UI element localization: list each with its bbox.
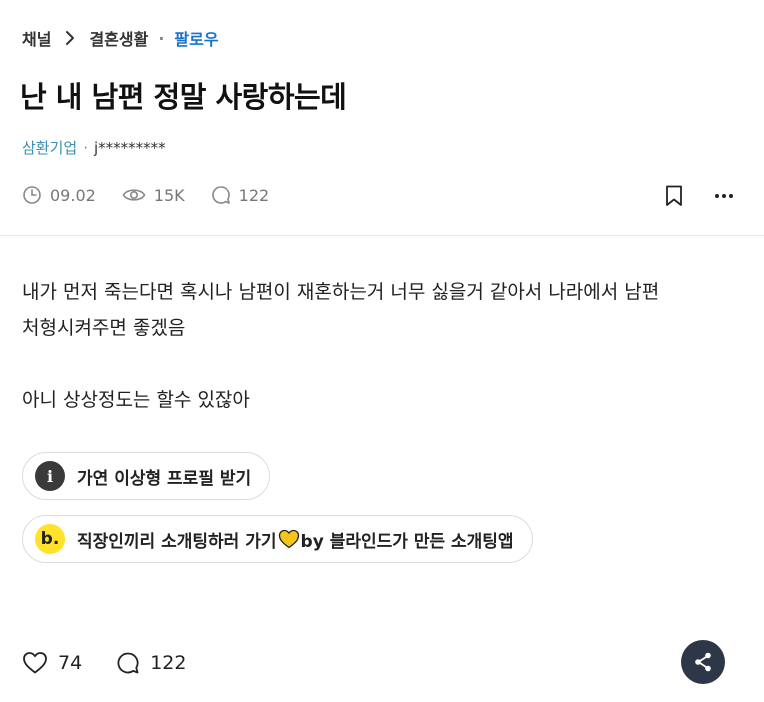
like-button[interactable]: 74 [22,651,82,675]
comment-count: 122 [150,652,187,674]
post-meta: 09.02 15K 122 [22,182,295,208]
body-line: 처형시켜주면 좋겠음 [22,317,186,339]
yellow-heart-icon [278,529,299,549]
divider [0,235,764,236]
author-nickname: j********* [93,138,166,157]
dating-promo-label-before: 직장인끼리 소개팅하러 가기 [77,531,277,552]
meta-comments-value: 122 [238,185,270,205]
body-line: 내가 먼저 죽는다면 혹시나 남편이 재혼하는거 너무 싫을거 같아서 나라에서… [22,281,660,303]
author-separator: · [83,138,88,157]
comment-icon [117,652,139,674]
clock-icon [23,186,41,204]
more-button[interactable] [708,180,740,212]
share-button[interactable] [681,640,725,684]
breadcrumb: 채널 결혼생활 · 팔로우 [22,26,219,50]
more-icon [715,194,733,198]
post-title: 난 내 남편 정말 사랑하는데 [20,80,347,114]
blind-logo-icon: b. [35,524,65,554]
post-body: 내가 먼저 죽는다면 혹시나 남편이 재혼하는거 너무 싫을거 같아서 나라에서… [22,274,747,418]
info-icon: i [35,461,65,491]
breadcrumb-channel[interactable]: 채널 [22,26,51,50]
breadcrumb-separator: · [158,28,165,48]
meta-date-value: 09.02 [50,185,96,205]
eye-icon [122,189,146,201]
comment-button[interactable]: 122 [116,651,186,675]
post-footer: 74 122 [22,648,220,678]
share-icon [695,652,711,672]
dating-promo-button[interactable]: b. 직장인끼리 소개팅하러 가기 by 블라인드가 만든 소개팅앱 [22,515,533,563]
comment-icon [211,186,230,204]
heart-icon [23,652,47,674]
follow-button[interactable]: 팔로우 [174,26,218,50]
meta-date: 09.02 [22,185,96,205]
meta-views-value: 15K [153,185,185,205]
bookmark-button[interactable] [658,180,690,212]
like-count: 74 [58,652,83,674]
meta-views: 15K [122,185,185,205]
meta-comments: 122 [211,185,270,205]
profile-promo-label: 가연 이상형 프로필 받기 [77,468,252,489]
bookmark-icon [666,185,682,206]
profile-promo-button[interactable]: i 가연 이상형 프로필 받기 [22,452,271,500]
dating-promo-label-after: by 블라인드가 만든 소개팅앱 [300,531,514,552]
breadcrumb-category[interactable]: 결혼생활 [89,26,148,50]
post-author: 삼환기업 · j********* [22,137,166,158]
body-line: 아니 상상정도는 할수 있잖아 [22,389,250,411]
chevron-right-icon [65,30,75,46]
author-company[interactable]: 삼환기업 [22,137,77,158]
post-actions [658,180,740,212]
